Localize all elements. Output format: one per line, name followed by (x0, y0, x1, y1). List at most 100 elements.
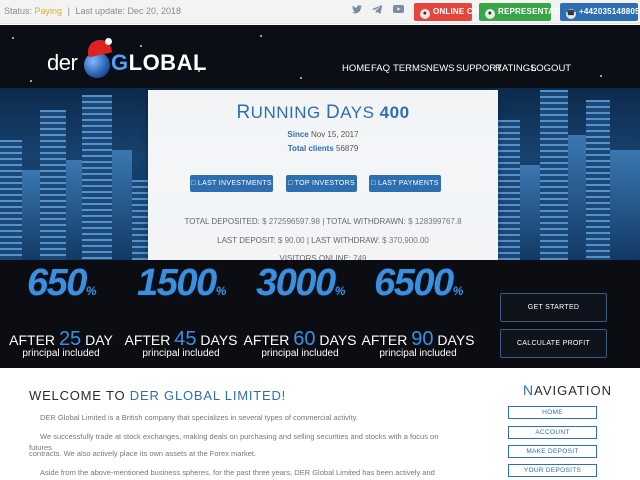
plan-unit: DAYS (319, 332, 357, 348)
totals-line: TOTAL DEPOSITED: $ 272596597.98 | TOTAL … (148, 217, 498, 226)
plan-after: AFTER (9, 332, 56, 348)
plan-percent: 650% (2, 262, 120, 305)
main-content: WELCOME TO DER GLOBAL LIMITED! DER Globa… (0, 368, 640, 480)
plan-note: principal included (142, 348, 220, 359)
percent-sign: % (452, 284, 464, 298)
plan-percent-value: 3000 (256, 262, 336, 304)
plan-card[interactable]: 3000% AFTER 60 DAYS principal included (241, 260, 359, 368)
sidenav-make-deposit[interactable]: MAKE DEPOSIT (508, 445, 597, 458)
plan-note: principal included (379, 348, 457, 359)
snowflake (600, 75, 602, 77)
percent-sign: % (85, 284, 97, 298)
status-separator: | (67, 6, 70, 16)
running-days-title: RUNNING DAYS 400 (148, 102, 498, 124)
building (112, 150, 132, 260)
list-icon: □ (371, 180, 379, 187)
plan-percent-value: 6500 (374, 262, 454, 304)
representatives-button[interactable]: ● REPRESENTATIVES (479, 3, 577, 21)
intro-paragraph-3: contracts. We also actively place its ow… (29, 449, 257, 458)
phone-icon: ☎ (566, 9, 576, 19)
plan-card[interactable]: 6500% AFTER 90 DAYS principal included (359, 260, 477, 368)
users-icon: ● (485, 9, 495, 19)
santa-hat-pompom (105, 38, 112, 45)
logo-der-text: der (47, 50, 78, 75)
percent-sign: % (334, 284, 346, 298)
top-investors-button[interactable]: □ TOP INVESTORS (286, 175, 357, 192)
youtube-icon[interactable] (392, 5, 404, 15)
snowflake (140, 45, 142, 47)
plan-after: AFTER (124, 332, 171, 348)
clients-value: 56879 (336, 144, 359, 153)
phone-button[interactable]: ☎ +442035148805 (560, 3, 640, 21)
plan-card[interactable]: 1500% AFTER 45 DAYS principal included (122, 260, 240, 368)
logo-global-rest: LOBAL (128, 50, 207, 75)
nav-news[interactable]: NEWS (426, 63, 455, 77)
running-word: UNNING (250, 103, 326, 122)
last-investments-button[interactable]: □ LAST INVESTMENTS (190, 175, 273, 192)
building (132, 180, 148, 260)
status-value: Paying (34, 6, 63, 16)
phone-label: +442035148805 (579, 7, 640, 16)
plan-percent: 6500% (359, 262, 477, 305)
nav-logout[interactable]: LOGOUT (531, 63, 571, 77)
top-investors-label: TOP INVESTORS (294, 180, 355, 187)
snowflake (12, 37, 14, 39)
running-initial: R (236, 102, 251, 123)
sidenav-your-deposits[interactable]: YOUR DEPOSITS (508, 464, 597, 477)
plan-card[interactable]: 650% AFTER 25 DAY principal included (2, 260, 120, 368)
plan-after: AFTER (361, 332, 408, 348)
welcome-prefix: WELCOME TO (29, 388, 130, 403)
logo-global-text: GLOBAL (111, 50, 207, 76)
nav-home[interactable]: HOME (342, 63, 371, 77)
plan-percent-value: 650 (26, 262, 87, 304)
plan-unit: DAY (85, 332, 113, 348)
welcome-company: DER GLOBAL LIMITED! (129, 388, 287, 403)
twitter-icon[interactable] (351, 5, 363, 16)
navigation-heading: NAVIGATION (523, 382, 612, 398)
list-icon: □ (191, 180, 198, 187)
building (82, 95, 112, 260)
navigation-initial: N (523, 382, 535, 398)
update-value: Dec 20, 2018 (127, 6, 182, 16)
total-deposited-value: $ 272596597.98 (262, 217, 320, 226)
last-deposit-value: $ 90.00 (277, 236, 305, 245)
status-label: Status: (4, 6, 33, 16)
intro-paragraph-4: Aside from the above-mentioned business … (29, 468, 435, 480)
since-value: Nov 15, 2017 (310, 130, 359, 139)
building (40, 110, 66, 260)
telegram-icon[interactable] (371, 5, 383, 16)
building (66, 160, 82, 260)
days-initial: D (325, 102, 341, 123)
nav-terms[interactable]: TERMS (393, 63, 426, 77)
plan-unit: DAYS (200, 332, 238, 348)
plan-days: 90 (411, 328, 434, 350)
navigation-word: AVIGATION (534, 383, 612, 398)
snowflake (260, 35, 262, 37)
total-withdrawn-value: $ 128399767.8 (408, 217, 462, 226)
get-started-button[interactable]: GET STARTED (500, 293, 607, 322)
last-payments-button[interactable]: □ LAST PAYMENTS (369, 175, 441, 192)
building (520, 165, 540, 260)
clients-line: Total clients 56879 (148, 144, 498, 153)
total-withdrawn-label: TOTAL WITHDRAWN: (326, 217, 406, 226)
last-deposit-label: LAST DEPOSIT: (217, 236, 276, 245)
since-line: Since Nov 15, 2017 (148, 130, 498, 139)
plan-days: 25 (58, 328, 82, 350)
logo-global-g: G (111, 50, 129, 75)
intro-paragraph-1: DER Global Limited is a British company … (40, 413, 358, 422)
chat-icon: ● (420, 9, 430, 19)
sidenav-home[interactable]: HOME (508, 406, 597, 419)
days-word: AYS (340, 103, 380, 122)
plan-note: principal included (22, 348, 100, 359)
clients-label: Total clients (287, 144, 334, 153)
calculate-profit-button[interactable]: CALCULATE PROFIT (500, 329, 607, 358)
last-investments-label: LAST INVESTMENTS (197, 180, 272, 187)
last-payments-label: LAST PAYMENTS (378, 180, 439, 187)
building (0, 140, 22, 260)
nav-faq[interactable]: FAQ (371, 63, 390, 77)
building (22, 170, 40, 260)
status-line: Status: Paying | Last update: Dec 20, 20… (4, 6, 181, 16)
sidenav-account[interactable]: ACCOUNT (508, 426, 597, 439)
welcome-heading: WELCOME TO DER GLOBAL LIMITED! (29, 388, 286, 403)
online-chat-button[interactable]: ● ONLINE CHAT (414, 3, 489, 21)
